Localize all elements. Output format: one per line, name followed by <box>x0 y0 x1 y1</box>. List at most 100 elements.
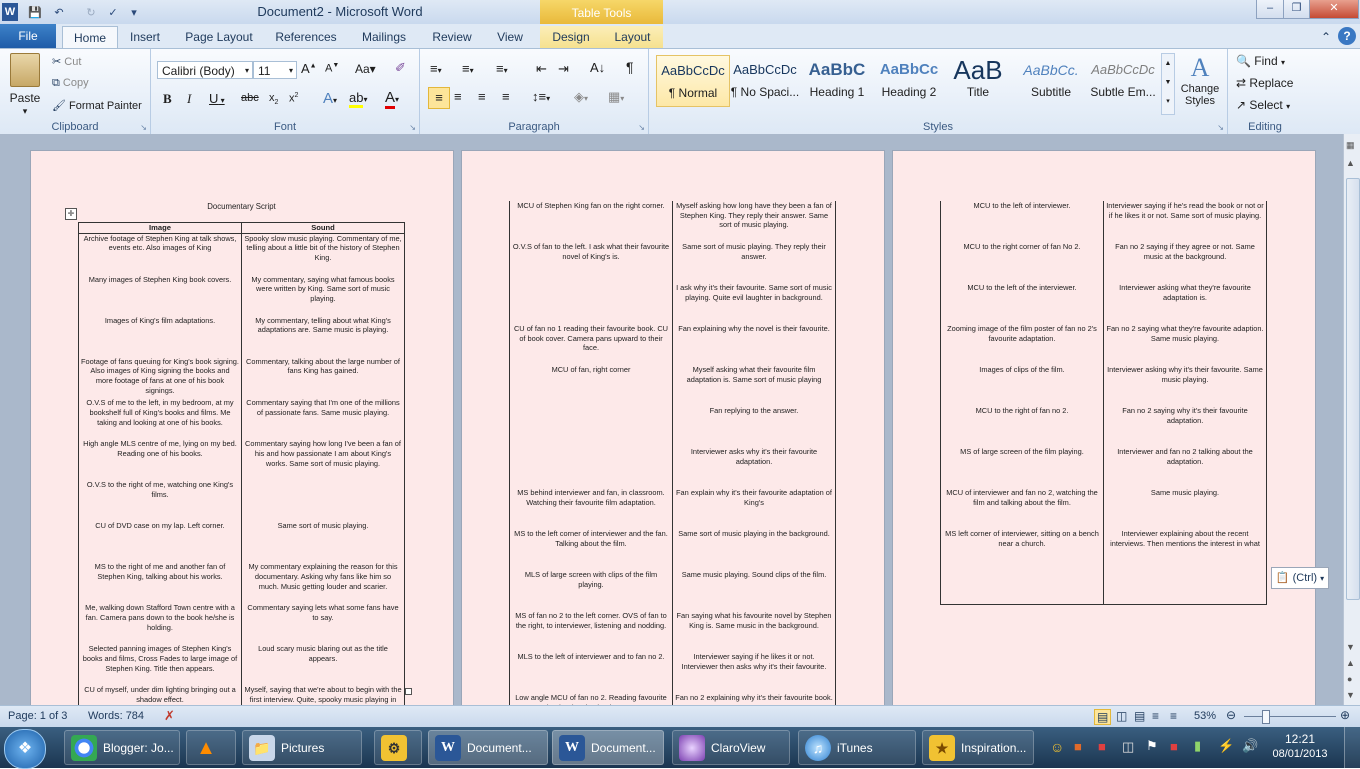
script-table-page-3[interactable]: MCU to the left of interviewer. Interview… <box>940 201 1267 605</box>
maximize-button[interactable]: ❐ <box>1283 0 1310 19</box>
sound-cell[interactable]: I ask why it's their favourite. Same sor… <box>672 283 836 324</box>
image-cell[interactable]: O.V.S of fan to the left. I ask what the… <box>509 242 673 283</box>
image-cell[interactable] <box>509 447 673 488</box>
clock-time[interactable]: 12:21 <box>1270 732 1330 746</box>
align-left-button[interactable]: ≡ <box>428 87 450 109</box>
table-row[interactable]: MCU to the right corner of fan No 2. Fan … <box>940 242 1267 283</box>
style-heading-2[interactable]: AaBbCc Heading 2 <box>873 55 945 105</box>
taskbar-item-word-document-1[interactable]: W Document... <box>428 730 548 765</box>
tab-mailings[interactable]: Mailings <box>354 26 414 48</box>
sound-cell[interactable]: My commentary, telling about what King's… <box>241 315 405 357</box>
sound-cell[interactable]: Commentary saying how long I've been a f… <box>241 439 405 481</box>
change-styles-button[interactable]: A Change Styles <box>1177 53 1223 107</box>
image-cell[interactable]: Me, walking down Stafford Town centre wi… <box>78 603 242 645</box>
power-icon[interactable]: ⚡ <box>1218 738 1234 754</box>
zoom-out-icon[interactable]: ⊖ <box>1226 708 1236 722</box>
image-cell[interactable]: MCU of interviewer and fan no 2, watchin… <box>940 488 1104 529</box>
scroll-up-icon[interactable]: ▲ <box>1346 158 1355 168</box>
table-row[interactable]: O.V.S of me to the left, in my bedroom, … <box>78 398 405 440</box>
scroll-thumb[interactable] <box>1346 178 1360 600</box>
image-cell[interactable]: MCU of fan, right corner <box>509 365 673 406</box>
image-cell[interactable]: MS to the left corner of interviewer and… <box>509 529 673 570</box>
sound-cell[interactable]: Fan replying to the answer. <box>672 406 836 447</box>
table-row[interactable]: Low angle MCU of fan no 2. Reading favou… <box>509 693 836 705</box>
document-area[interactable]: ✛ Documentary Script Image Sound Archive… <box>0 134 1343 705</box>
image-cell[interactable]: MS of fan no 2 to the left corner. OVS o… <box>509 611 673 652</box>
highlight-button[interactable]: ab▾ <box>349 90 367 108</box>
styles-gallery-scroll[interactable]: ▲ ▼ ▾ <box>1161 53 1175 115</box>
table-row[interactable]: Zooming image of the film poster of fan … <box>940 324 1267 365</box>
table-row[interactable]: Fan replying to the answer. <box>509 406 836 447</box>
taskbar-item-itunes[interactable]: ♫ iTunes <box>798 730 916 765</box>
decrease-indent-button[interactable]: ⇤ <box>536 61 547 77</box>
page-1[interactable]: ✛ Documentary Script Image Sound Archive… <box>30 150 454 705</box>
image-cell[interactable]: CU of DVD case on my lap. Left corner. <box>78 521 242 563</box>
image-cell[interactable]: MS of large screen of the film playing. <box>940 447 1104 488</box>
close-button[interactable]: ✕ <box>1309 0 1359 19</box>
minimize-ribbon-icon[interactable]: ⌃ <box>1318 26 1334 48</box>
image-cell[interactable]: Archive footage of Stephen King at talk … <box>78 233 242 275</box>
table-row[interactable]: MCU to the left of interviewer. Interview… <box>940 201 1267 242</box>
table-row[interactable]: Footage of fans queuing for King's book … <box>78 356 405 399</box>
sound-cell[interactable]: Interviewer asking what they're favourit… <box>1103 283 1267 324</box>
table-row[interactable]: CU of myself, under dim lighting bringin… <box>78 685 405 705</box>
table-row[interactable]: I ask why it's their favourite. Same sor… <box>509 283 836 324</box>
style-heading-1[interactable]: AaBbC Heading 1 <box>801 55 873 105</box>
multilevel-list-button[interactable]: ≡▾ <box>496 61 508 76</box>
image-cell[interactable]: Many images of Stephen King book covers. <box>78 274 242 316</box>
tab-insert[interactable]: Insert <box>122 26 168 48</box>
sound-cell[interactable]: Same sort of music playing. <box>241 521 405 563</box>
tab-layout[interactable]: Layout <box>602 26 663 48</box>
draft-view-icon[interactable]: ≡ <box>1170 709 1177 723</box>
table-row[interactable]: MLS to the left of interviewer and to fa… <box>509 652 836 693</box>
dialog-launcher-icon[interactable]: ↘ <box>1217 123 1224 132</box>
replace-button[interactable]: ⇄ Replace <box>1236 76 1293 90</box>
subscript-button[interactable]: x2 <box>269 92 278 106</box>
previous-page-icon[interactable]: ▲ <box>1346 658 1355 668</box>
proofing-icon[interactable]: ✗ <box>164 708 175 724</box>
ruler-toggle-icon[interactable]: ▦ <box>1346 140 1355 151</box>
vertical-scrollbar[interactable]: ▦ ▲ ▼ ▲ ● ▼ <box>1343 134 1360 705</box>
taskbar-item-inspiration[interactable]: ★ Inspiration... <box>922 730 1034 765</box>
font-size-combo[interactable]: 11 ▾ <box>253 61 297 79</box>
sound-cell[interactable]: Fan no 2 saying what they're favourite a… <box>1103 324 1267 365</box>
sound-cell[interactable] <box>241 480 405 522</box>
full-screen-reading-icon[interactable]: ◫ <box>1116 709 1127 723</box>
superscript-button[interactable]: x2 <box>289 92 298 105</box>
tab-home[interactable]: Home <box>62 26 118 49</box>
sound-cell[interactable]: Same sort of music playing. They reply t… <box>672 242 836 283</box>
image-cell[interactable]: O.V.S to the right of me, watching one K… <box>78 480 242 522</box>
script-table-page-2[interactable]: MCU of Stephen King fan on the right cor… <box>509 201 836 705</box>
sound-cell[interactable]: Fan explaining why the novel is their fa… <box>672 324 836 365</box>
image-cell[interactable]: Selected panning images of Stephen King'… <box>78 644 242 686</box>
table-row[interactable]: Interviewer asks why it's their favourit… <box>509 447 836 488</box>
tray-device-icon[interactable]: ◫ <box>1122 739 1134 755</box>
table-row[interactable]: High angle MLS centre of me, lying on my… <box>78 439 405 481</box>
find-button[interactable]: 🔍 Find ▾ <box>1236 54 1285 68</box>
word-count[interactable]: Words: 784 <box>88 710 144 722</box>
table-row[interactable]: MS of large screen of the film playing. I… <box>940 447 1267 488</box>
zoom-in-icon[interactable]: ⊕ <box>1340 708 1350 722</box>
paste-options-button[interactable]: 📋 (Ctrl) ▾ <box>1271 567 1329 589</box>
image-cell[interactable]: Footage of fans queuing for King's book … <box>78 356 242 399</box>
sound-cell[interactable]: Loud scary music blaring out as the titl… <box>241 644 405 686</box>
sound-cell[interactable]: Interviewer saying if he's read the book… <box>1103 201 1267 242</box>
table-row[interactable]: O.V.S of fan to the left. I ask what the… <box>509 242 836 283</box>
borders-button[interactable]: ▦▾ <box>608 89 624 105</box>
shading-button[interactable]: ◈▾ <box>574 89 588 105</box>
sound-cell[interactable]: Same music playing. <box>1103 488 1267 529</box>
clear-formatting-icon[interactable]: ✐ <box>395 60 406 76</box>
outline-view-icon[interactable]: ≡ <box>1152 709 1159 723</box>
image-cell[interactable]: MCU of Stephen King fan on the right cor… <box>509 201 673 242</box>
image-cell[interactable]: CU of fan no 1 reading their favourite b… <box>509 324 673 365</box>
tab-view[interactable]: View <box>490 26 530 48</box>
grow-font-button[interactable]: A▲ <box>301 61 317 76</box>
image-cell[interactable]: Low angle MCU of fan no 2. Reading favou… <box>509 693 673 705</box>
image-cell[interactable]: MLS of large screen with clips of the fi… <box>509 570 673 611</box>
table-resize-handle[interactable] <box>405 688 412 695</box>
sound-cell[interactable]: Interviewer asks why it's their favourit… <box>672 447 836 488</box>
action-center-flag-icon[interactable]: ⚑ <box>1146 738 1158 754</box>
table-row[interactable]: Archive footage of Stephen King at talk … <box>78 233 405 275</box>
image-cell[interactable]: MLS to the left of interviewer and to fa… <box>509 652 673 693</box>
table-row[interactable]: MS of fan no 2 to the left corner. OVS o… <box>509 611 836 652</box>
